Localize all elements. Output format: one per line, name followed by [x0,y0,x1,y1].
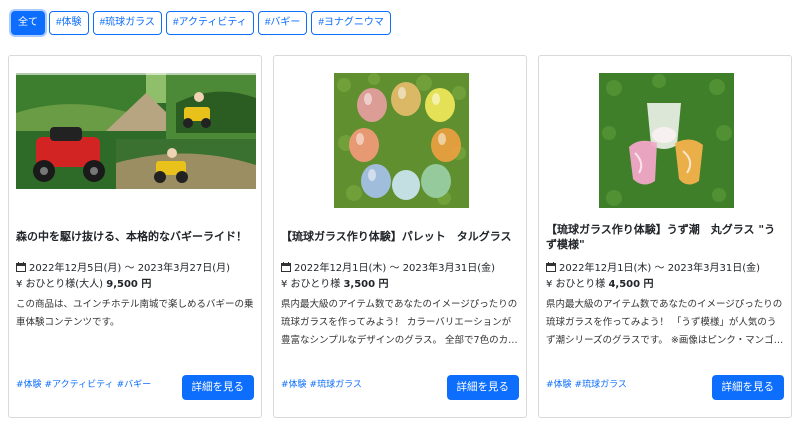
card-title: 【琉球ガラス作り体験】うず潮 丸グラス "うず模様" [546,223,776,251]
card-tag[interactable]: #アクティビティ [45,380,114,390]
card-date-text: 2022年12月1日(木) 〜 2023年3月31日(金) [294,263,496,274]
card-tag[interactable]: #琉球ガラス [310,380,362,390]
view-details-button[interactable]: 詳細を見る [181,375,254,400]
card-date: 2022年12月5日(月) 〜 2023年3月27日(月) [16,262,230,276]
filter-yonaguni-horse-button[interactable]: #ヨナグニウマ [311,11,391,35]
card-date-text: 2022年12月1日(木) 〜 2023年3月31日(金) [559,263,761,274]
card-title: 森の中を駆け抜ける、本格的なバギーライド！ [16,230,247,243]
card-tag[interactable]: #バギー [117,380,152,390]
card-price: ¥ おひとり様 3,500 円 [281,278,389,292]
card-price-prefix: ¥ おひとり様 [281,279,341,290]
view-details-button[interactable]: 詳細を見る [446,375,519,400]
card-date: 2022年12月1日(木) 〜 2023年3月31日(金) [281,262,495,276]
card-tag[interactable]: #体験 [281,380,307,390]
card-price-prefix: ¥ おひとり様 [546,279,606,290]
card-tag[interactable]: #琉球ガラス [575,380,627,390]
card-price-prefix: ¥ おひとり様(大人) [16,279,104,290]
filter-taiken-button[interactable]: #体験 [49,11,89,35]
product-card: 【琉球ガラス作り体験】うず潮 丸グラス "うず模様" 2022年12月1日(木)… [538,55,792,418]
filter-all-button[interactable]: 全て [11,11,45,35]
calendar-icon [546,262,556,272]
card-tag[interactable]: #体験 [16,380,42,390]
card-date: 2022年12月1日(木) 〜 2023年3月31日(金) [546,262,760,276]
card-price-value: 4,500 円 [608,279,654,290]
buggy-photo [16,73,256,189]
card-tags: #体験 #琉球ガラス [546,377,630,390]
filter-ryukyu-glass-button[interactable]: #琉球ガラス [92,11,162,35]
card-date-text: 2022年12月5日(月) 〜 2023年3月27日(月) [29,263,231,274]
card-price: ¥ おひとり様(大人) 9,500 円 [16,278,151,292]
card-price-value: 9,500 円 [106,279,152,290]
card-tags: #体験 #琉球ガラス [281,377,365,390]
view-details-button[interactable]: 詳細を見る [711,375,784,400]
calendar-icon [16,262,26,272]
product-card-list: 森の中を駆け抜ける、本格的なバギーライド！ 2022年12月5日(月) 〜 20… [8,55,792,418]
colored-glasses-photo [334,73,469,208]
card-price-value: 3,500 円 [343,279,389,290]
swirl-glasses-photo [599,73,734,208]
product-card: 森の中を駆け抜ける、本格的なバギーライド！ 2022年12月5日(月) 〜 20… [8,55,262,418]
filter-buggy-button[interactable]: #バギー [257,11,308,35]
card-title: 【琉球ガラス作り体験】パレット タルグラス [281,230,512,243]
card-price: ¥ おひとり様 4,500 円 [546,278,654,292]
card-description: 県内最大級のアイテム数であなたのイメージぴったりの琉球ガラスを作ってみよう！ 「… [546,299,783,346]
card-tags: #体験 #アクティビティ #バギー [16,377,154,390]
product-card: 【琉球ガラス作り体験】パレット タルグラス 2022年12月1日(木) 〜 20… [273,55,527,418]
card-description: 県内最大級のアイテム数であなたのイメージぴったりの琉球ガラスを作ってみよう！ カ… [281,299,518,346]
calendar-icon [281,262,291,272]
card-tag[interactable]: #体験 [546,380,572,390]
filter-activity-button[interactable]: #アクティビティ [165,11,254,35]
card-description: この商品は、ユインチホテル南城で楽しめるバギーの乗車体験コンテンツです。 [16,299,254,328]
tag-filter-bar: 全て #体験 #琉球ガラス #アクティビティ #バギー #ヨナグニウマ [11,11,391,35]
